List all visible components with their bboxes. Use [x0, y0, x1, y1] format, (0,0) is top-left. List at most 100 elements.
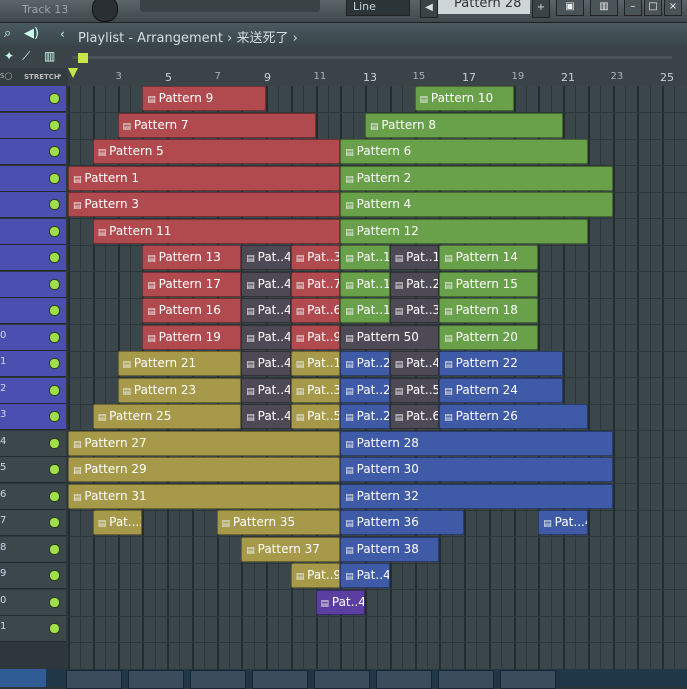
track-mute-led-icon[interactable]	[49, 464, 60, 475]
track-header[interactable]	[0, 219, 66, 245]
position-slider[interactable]	[140, 0, 320, 12]
pattern-clip[interactable]: Pattern 21	[118, 351, 242, 376]
close-icon[interactable]: ×	[664, 0, 682, 16]
track-mute-led-icon[interactable]	[49, 332, 60, 343]
pattern-selector[interactable]: Pattern 28	[438, 0, 530, 14]
track-header[interactable]	[0, 192, 66, 218]
arrangement-dropdown-icon[interactable]: ›	[293, 31, 298, 46]
snap-select[interactable]: Line	[346, 0, 410, 16]
track-header[interactable]	[0, 245, 66, 271]
pattern-clip[interactable]: Pattern 32	[340, 484, 612, 509]
track-header[interactable]	[0, 113, 66, 139]
pattern-clip[interactable]: Pattern 24	[439, 378, 563, 403]
scrollbar-handle[interactable]	[78, 53, 88, 63]
pattern-clip[interactable]: Pat..6	[390, 404, 440, 429]
track-header[interactable]: 1	[0, 616, 66, 642]
add-pattern-button[interactable]: +	[532, 0, 550, 18]
track-header[interactable]: 3	[0, 404, 66, 430]
pattern-clip[interactable]: Pat..9	[291, 563, 341, 588]
pattern-clip[interactable]: Pattern 22	[439, 351, 563, 376]
pattern-clip[interactable]: Pattern 26	[439, 404, 588, 429]
piano-icon[interactable]: ▥	[44, 49, 55, 63]
pattern-clip[interactable]: Pattern 16	[142, 298, 241, 323]
pattern-clip[interactable]: Pat...4	[538, 510, 588, 535]
folder-icon[interactable]	[128, 670, 184, 689]
start-button[interactable]	[0, 669, 46, 687]
track-mute-led-icon[interactable]	[49, 623, 60, 634]
track-header[interactable]: 2	[0, 378, 66, 404]
pattern-clip[interactable]: Pattern 19	[142, 325, 241, 350]
pattern-clip[interactable]: Pattern 5	[93, 139, 341, 164]
pattern-clip[interactable]: Pattern 6	[340, 139, 588, 164]
tools-icon[interactable]	[190, 670, 246, 689]
pattern-clip[interactable]: Pattern 38	[340, 537, 439, 562]
back-arrow-icon[interactable]: ‹	[60, 27, 65, 41]
pattern-clip[interactable]: Pat..14	[340, 245, 390, 270]
track-header[interactable]: 6	[0, 484, 66, 510]
playhead-marker[interactable]	[68, 68, 78, 78]
horizontal-scrollbar[interactable]	[72, 56, 672, 59]
track-header[interactable]: 0	[0, 590, 66, 616]
pattern-clip[interactable]: Pattern 3	[68, 192, 340, 217]
track-header[interactable]: 4	[0, 431, 66, 457]
chart-icon[interactable]	[376, 670, 432, 689]
track-header[interactable]: 5	[0, 457, 66, 483]
pattern-clip[interactable]: Pattern 2	[340, 166, 612, 191]
pattern-clip[interactable]: Pattern 14	[439, 245, 538, 270]
volume-knob-icon[interactable]	[92, 0, 118, 22]
pattern-clip[interactable]: Pat..26	[340, 404, 390, 429]
pattern-clip[interactable]: Pat..1	[291, 351, 341, 376]
slice-icon[interactable]: ⟋	[22, 49, 30, 64]
track-mute-led-icon[interactable]	[49, 597, 60, 608]
track-mute-led-icon[interactable]	[49, 199, 60, 210]
track-mute-led-icon[interactable]	[49, 358, 60, 369]
pattern-clip[interactable]: Pat..9	[291, 325, 341, 350]
pattern-clip[interactable]: Pat..47	[241, 378, 291, 403]
pattern-clip[interactable]: Pattern 30	[340, 457, 612, 482]
tool-icon[interactable]: ▣	[556, 0, 584, 16]
pattern-clip[interactable]: Pattern 10	[415, 86, 514, 111]
pattern-clip[interactable]: Pat..7	[291, 272, 341, 297]
track-mute-led-icon[interactable]	[49, 570, 60, 581]
pattern-clip[interactable]: Pat..3	[390, 298, 440, 323]
track-mute-led-icon[interactable]	[49, 252, 60, 263]
pattern-clip[interactable]: Pat..1	[390, 245, 440, 270]
app-icon[interactable]	[252, 670, 308, 689]
track-header[interactable]: 7	[0, 510, 66, 536]
track-mute-led-icon[interactable]	[49, 279, 60, 290]
pattern-clip[interactable]: Pat..45	[241, 325, 291, 350]
track-mute-led-icon[interactable]	[49, 146, 60, 157]
pencil-icon[interactable]: ✦	[4, 49, 14, 63]
pattern-clip[interactable]: Pattern 8	[365, 113, 563, 138]
pattern-clip[interactable]: Pattern 27	[68, 431, 340, 456]
pattern-clip[interactable]: Pattern 1	[68, 166, 340, 191]
track-mute-led-icon[interactable]	[49, 173, 60, 184]
pattern-clip[interactable]: Pat..5	[390, 378, 440, 403]
pattern-clip[interactable]: Pat..15	[340, 272, 390, 297]
pattern-clip[interactable]: Pattern 17	[142, 272, 241, 297]
pattern-clip[interactable]: Pat..44	[241, 298, 291, 323]
track-mute-led-icon[interactable]	[49, 385, 60, 396]
pattern-clip[interactable]: Pattern 11	[93, 219, 341, 244]
track-mute-led-icon[interactable]	[49, 491, 60, 502]
pattern-clip[interactable]: Pat..3	[291, 378, 341, 403]
mixer-icon[interactable]: ▥	[590, 0, 618, 16]
pattern-clip[interactable]: Pat..22	[340, 351, 390, 376]
pattern-clip[interactable]: Pat..48	[241, 404, 291, 429]
pattern-clip[interactable]: Pattern 25	[93, 404, 242, 429]
pattern-clip[interactable]: Pat..43	[241, 272, 291, 297]
pattern-clip[interactable]: Pattern 36	[340, 510, 464, 535]
pattern-clip[interactable]: Pattern 4	[340, 192, 612, 217]
track-header[interactable]: 8	[0, 537, 66, 563]
track-header[interactable]: 0	[0, 325, 66, 351]
search-icon[interactable]: ⌕	[4, 26, 11, 41]
track-header[interactable]: 9	[0, 563, 66, 589]
pattern-clip[interactable]: Pattern 37	[241, 537, 340, 562]
pattern-clip[interactable]: Pat..4	[390, 351, 440, 376]
track-header[interactable]	[0, 272, 66, 298]
pattern-clip[interactable]: Pattern 35	[217, 510, 341, 535]
fl-studio-icon[interactable]	[500, 670, 556, 689]
minimize-icon[interactable]: –	[624, 0, 642, 16]
track-header[interactable]	[0, 166, 66, 192]
pattern-clip[interactable]: Pattern 12	[340, 219, 588, 244]
